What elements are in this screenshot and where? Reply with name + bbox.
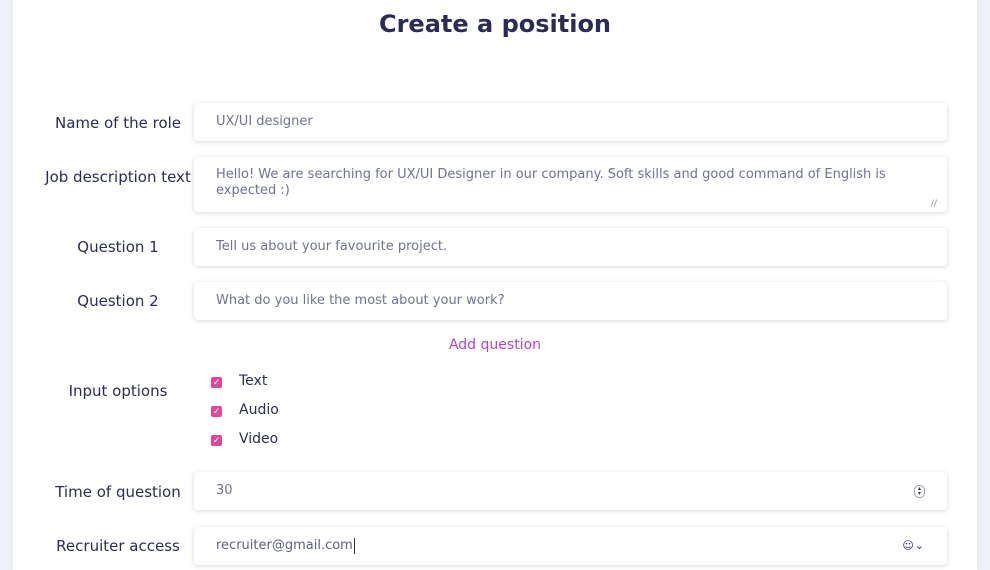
role-name-input[interactable]: UX/UI designer xyxy=(194,103,947,141)
question-2-label: Question 2 xyxy=(77,292,159,310)
job-description-textarea[interactable]: Hello! We are searching for UX/UI Design… xyxy=(194,157,947,212)
option-text[interactable]: ✓ Text xyxy=(211,372,267,390)
page-title: Create a position xyxy=(378,10,612,38)
time-of-question-input[interactable]: 30 ▴ ▾ xyxy=(194,472,947,510)
spinner-icon[interactable]: ▴ ▾ xyxy=(914,485,925,498)
option-text-label: Text xyxy=(239,373,268,389)
time-of-question-label: Time of question xyxy=(55,483,181,501)
recruiter-access-value: recruiter@gmail.com xyxy=(216,538,353,553)
check-icon[interactable]: ✓ xyxy=(211,405,222,417)
input-options-label: Input options xyxy=(68,382,168,400)
question-1-label: Question 1 xyxy=(77,238,159,256)
add-question-link[interactable]: Add question xyxy=(0,337,990,353)
check-icon[interactable]: ✓ xyxy=(211,376,222,388)
role-name-label: Name of the role xyxy=(54,114,182,132)
question-2-value: What do you like the most about your wor… xyxy=(216,293,505,308)
contact-icon[interactable]: ☺ xyxy=(902,539,914,552)
check-icon[interactable]: ✓ xyxy=(211,434,222,446)
recruiter-access-input[interactable]: recruiter@gmail.com ☺⌄ xyxy=(194,527,947,565)
role-name-value: UX/UI designer xyxy=(216,114,313,129)
resize-handle-icon[interactable]: ∕∕ xyxy=(931,200,937,209)
question-1-input[interactable]: Tell us about your favourite project. xyxy=(194,228,947,266)
option-video[interactable]: ✓ Video xyxy=(211,430,278,448)
option-audio-label: Audio xyxy=(239,402,279,418)
job-description-label: Job description text xyxy=(45,168,191,186)
job-description-value: Hello! We are searching for UX/UI Design… xyxy=(216,167,886,198)
chevron-down-icon[interactable]: ⌄ xyxy=(915,539,925,552)
option-audio[interactable]: ✓ Audio xyxy=(211,401,279,419)
time-of-question-value: 30 xyxy=(216,483,233,498)
question-1-value: Tell us about your favourite project. xyxy=(216,239,448,254)
recruiter-access-label: Recruiter access xyxy=(56,537,180,555)
question-2-input[interactable]: What do you like the most about your wor… xyxy=(194,282,947,320)
text-cursor xyxy=(353,537,355,554)
option-video-label: Video xyxy=(239,431,279,447)
